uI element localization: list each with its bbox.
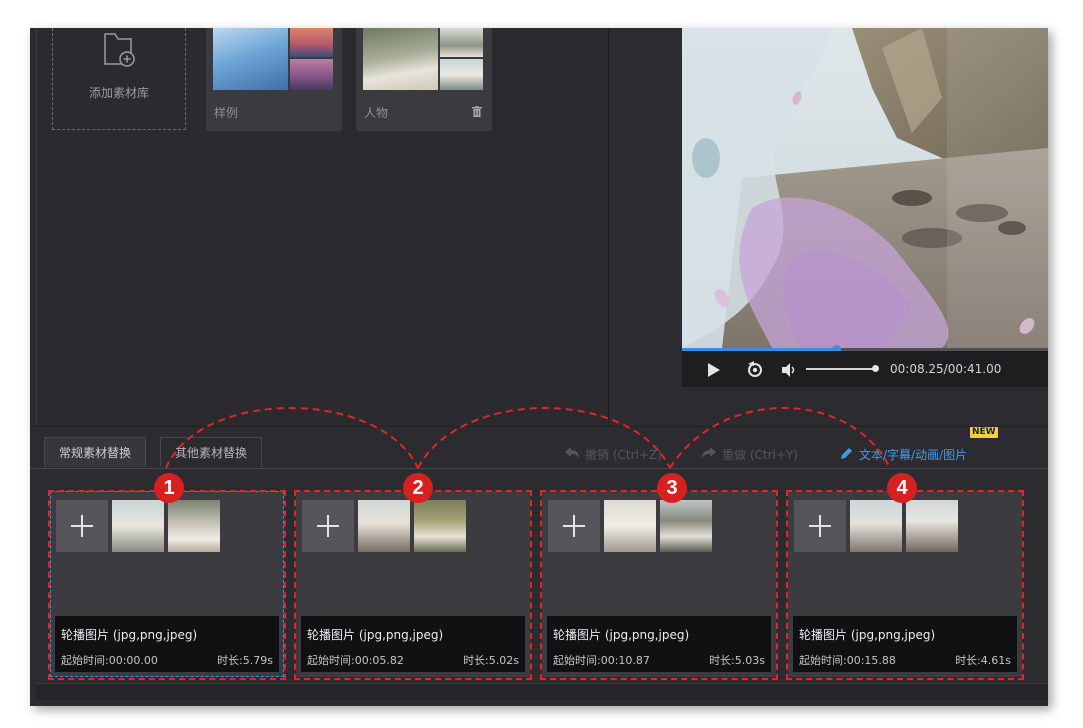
video-preview[interactable] (682, 28, 1048, 348)
slot-start-time: 起始时间:00:15.88 (799, 654, 896, 667)
library-card-people[interactable]: 人物 (356, 28, 492, 131)
step-badge-1: 1 (154, 473, 184, 503)
slot-thumbnail[interactable] (168, 500, 220, 552)
horizontal-scrollbar[interactable] (36, 683, 1048, 700)
text-subtitle-animation-link[interactable]: 文本/字幕/动画/图片 (840, 446, 967, 463)
volume-icon[interactable] (782, 362, 798, 381)
library-panel: 添加素材库 样例 人物 (30, 28, 608, 426)
replacement-toolbar: 常规素材替换 其他素材替换 撤销 (Ctrl+Z) 重做 (Ctrl+Y) 文本… (30, 426, 1048, 471)
playback-time: 00:08.25/00:41.00 (890, 362, 1002, 376)
slot-card[interactable]: 轮播图片 (jpg,png,jpeg) 起始时间:00:00.00 时长:5.7… (50, 491, 284, 677)
slot-card[interactable]: 轮播图片 (jpg,png,jpeg) 起始时间:00:15.88 时长:4.6… (788, 491, 1022, 677)
slot-start-time: 起始时间:00:00.00 (61, 654, 158, 667)
slot-type-label: 轮播图片 (jpg,png,jpeg) (799, 628, 936, 642)
slot-info: 轮播图片 (jpg,png,jpeg) 起始时间:00:10.87 时长:5.0… (547, 616, 771, 672)
add-library-button[interactable]: 添加素材库 (52, 28, 186, 130)
library-thumbnail (290, 28, 333, 57)
trash-icon[interactable] (472, 102, 482, 121)
library-card-label: 人物 (364, 106, 389, 120)
slot-start-time: 起始时间:00:05.82 (307, 654, 404, 667)
add-image-button[interactable] (56, 500, 108, 552)
step-badge-3: 3 (657, 473, 687, 503)
redo-label: 重做 (Ctrl+Y) (722, 448, 798, 462)
library-thumbnail (363, 28, 438, 90)
slot-card[interactable]: 轮播图片 (jpg,png,jpeg) 起始时间:00:05.82 时长:5.0… (296, 491, 530, 677)
library-thumbnail (213, 28, 288, 90)
folder-add-icon (101, 30, 137, 74)
plus-icon (71, 515, 93, 537)
step-badge-2: 2 (403, 473, 433, 503)
library-thumbnail (440, 28, 483, 57)
text-link-label: 文本/字幕/动画/图片 (859, 448, 968, 462)
add-image-button[interactable] (302, 500, 354, 552)
slot-thumbnail[interactable] (358, 500, 410, 552)
add-library-label: 添加素材库 (88, 86, 149, 100)
panel-divider (608, 28, 609, 426)
redo-button[interactable]: 重做 (Ctrl+Y) (702, 446, 798, 463)
slot-start-time: 起始时间:00:10.87 (553, 654, 650, 667)
slot-card[interactable]: 轮播图片 (jpg,png,jpeg) 起始时间:00:10.87 时长:5.0… (542, 491, 776, 677)
library-card-samples[interactable]: 样例 (206, 28, 342, 131)
new-badge: NEW (970, 427, 998, 438)
undo-label: 撤销 (Ctrl+Z) (585, 448, 662, 462)
library-thumbnail (440, 59, 483, 90)
slot-type-label: 轮播图片 (jpg,png,jpeg) (61, 628, 198, 642)
undo-icon (565, 447, 579, 462)
slot-thumbnail[interactable] (660, 500, 712, 552)
tab-regular-replacement[interactable]: 常规素材替换 (44, 437, 147, 467)
slot-info: 轮播图片 (jpg,png,jpeg) 起始时间:00:15.88 时长:4.6… (793, 616, 1017, 672)
step-badge-4: 4 (887, 473, 917, 503)
plus-icon (563, 515, 585, 537)
slot-duration: 时长:5.03s (709, 654, 765, 667)
app-window: 添加素材库 样例 人物 00:08.25/00:41.00 常规素材替换 其他素… (30, 28, 1048, 706)
volume-slider[interactable] (806, 368, 876, 370)
slot-thumbnail[interactable] (604, 500, 656, 552)
play-icon[interactable] (708, 362, 720, 381)
slot-info: 轮播图片 (jpg,png,jpeg) 起始时间:00:05.82 时长:5.0… (301, 616, 525, 672)
plus-icon (809, 515, 831, 537)
pencil-icon (840, 447, 853, 463)
library-card-label: 样例 (214, 106, 239, 120)
slot-thumbnail[interactable] (850, 500, 902, 552)
slot-thumbnail[interactable] (906, 500, 958, 552)
add-image-button[interactable] (548, 500, 600, 552)
slot-duration: 时长:5.02s (463, 654, 519, 667)
redo-icon (702, 447, 716, 462)
library-thumbnail (290, 59, 333, 90)
tab-other-replacement[interactable]: 其他素材替换 (160, 437, 263, 467)
slot-type-label: 轮播图片 (jpg,png,jpeg) (307, 628, 444, 642)
slot-info: 轮播图片 (jpg,png,jpeg) 起始时间:00:00.00 时长:5.7… (55, 616, 279, 672)
slot-type-label: 轮播图片 (jpg,png,jpeg) (553, 628, 690, 642)
slot-duration: 时长:5.79s (217, 654, 273, 667)
volume-handle[interactable] (872, 365, 879, 372)
player-controls: 00:08.25/00:41.00 (682, 351, 1048, 387)
undo-button[interactable]: 撤销 (Ctrl+Z) (565, 446, 662, 463)
loop-icon[interactable] (746, 360, 764, 382)
slot-duration: 时长:4.61s (955, 654, 1011, 667)
slot-thumbnail[interactable] (414, 500, 466, 552)
plus-icon (317, 515, 339, 537)
add-image-button[interactable] (794, 500, 846, 552)
slot-thumbnail[interactable] (112, 500, 164, 552)
panel-edge (36, 28, 37, 426)
